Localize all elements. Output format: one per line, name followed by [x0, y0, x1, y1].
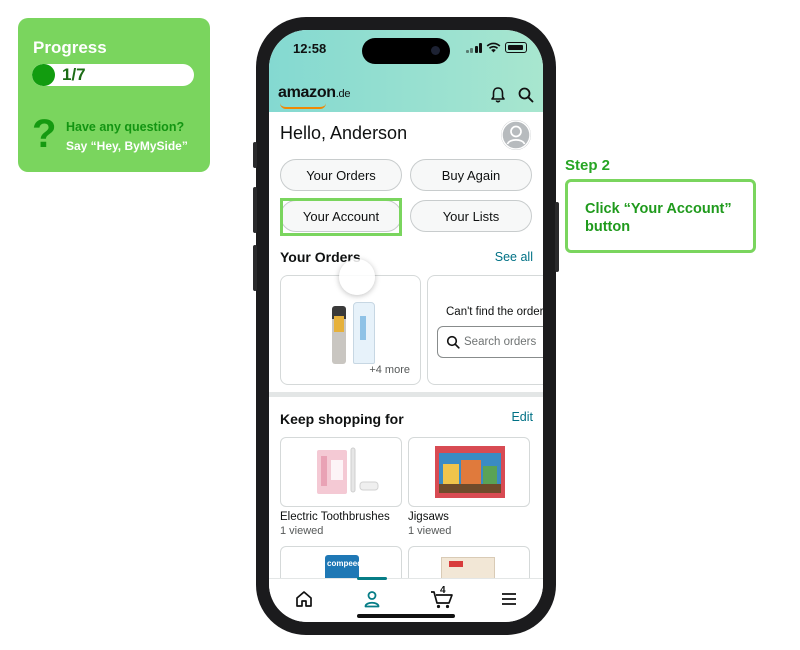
battery-icon [505, 42, 527, 53]
avatar[interactable] [501, 120, 531, 150]
user-icon [501, 120, 531, 150]
menu-icon[interactable] [499, 589, 519, 609]
more-items-text: +4 more [369, 364, 410, 376]
your-account-highlight [280, 198, 402, 236]
search-orders-field[interactable] [437, 326, 543, 358]
logo-tld: .de [335, 88, 351, 100]
nav-active-indicator [357, 577, 387, 580]
progress-text: 1/7 [62, 65, 86, 84]
tube-stripe [360, 316, 366, 340]
question-mark-icon: ? [32, 112, 57, 156]
find-order-card: Can't find the order [427, 275, 543, 385]
search-icon [446, 335, 460, 349]
progress-card: Progress 1/7 ? Have any question? Say “H… [18, 18, 210, 172]
see-all-link[interactable]: See all [495, 250, 533, 264]
jigsaw-name: Jigsaws [408, 511, 449, 523]
home-icon[interactable] [294, 589, 314, 609]
serum-label [334, 316, 344, 332]
toothbrush-viewed: 1 viewed [280, 525, 324, 537]
progress-title: Progress [33, 38, 107, 57]
help-question: Have any question? [66, 120, 185, 134]
phone-screen: 12:58 amazon.de Hello, Anderson Your Ord… [269, 30, 543, 622]
buy-again-button[interactable]: Buy Again [410, 159, 532, 191]
keep-shopping-title: Keep shopping for [280, 411, 404, 427]
step-label: Step 2 [565, 157, 611, 174]
jigsaw-card[interactable] [408, 437, 530, 507]
amazon-logo[interactable]: amazon.de [278, 84, 350, 102]
search-icon[interactable] [517, 86, 535, 104]
phone-power-button [555, 202, 559, 272]
help-say: Say “Hey, ByMySide” [66, 139, 188, 153]
product-badge [449, 561, 463, 567]
progress-fill [32, 64, 55, 86]
toothbrush-image [317, 447, 379, 494]
toothbrush-card[interactable] [280, 437, 402, 507]
touch-indicator [339, 259, 375, 295]
toothbrush-name: Electric Toothbrushes [280, 511, 390, 523]
compeed-label: compeed [327, 559, 363, 568]
status-time: 12:58 [293, 41, 327, 56]
jigsaw-viewed: 1 viewed [408, 525, 452, 537]
phone-frame: 12:58 amazon.de Hello, Anderson Your Ord… [253, 17, 559, 635]
logo-text: amazon [278, 84, 336, 101]
progress-bar: 1/7 [32, 64, 194, 86]
your-orders-button[interactable]: Your Orders [280, 159, 402, 191]
search-orders-input[interactable] [464, 333, 543, 351]
cart-button[interactable]: 4 [429, 585, 455, 611]
your-lists-button[interactable]: Your Lists [410, 200, 532, 232]
serum-bottle-image [332, 306, 346, 364]
edit-link[interactable]: Edit [511, 410, 533, 424]
account-icon[interactable] [362, 589, 382, 609]
app-header: 12:58 amazon.de [269, 30, 543, 112]
step-instruction: Click “Your Account” button [585, 201, 732, 235]
cart-count: 4 [440, 585, 446, 596]
bell-icon[interactable] [489, 86, 507, 104]
signal-icon [465, 42, 482, 53]
section-divider [269, 392, 543, 397]
phone-volume-down [253, 245, 257, 291]
phone-action-button [253, 142, 257, 168]
home-indicator [357, 614, 455, 618]
status-icons [465, 42, 527, 53]
step-instruction-box: Click “Your Account” button [565, 179, 756, 253]
cant-find-text: Can't find the order [446, 306, 543, 318]
jigsaw-image [435, 446, 505, 498]
amazon-smile-icon [280, 103, 326, 109]
phone-volume-up [253, 187, 257, 233]
wifi-icon [486, 42, 501, 53]
dynamic-island [362, 38, 450, 64]
greeting: Hello, Anderson [280, 123, 408, 143]
